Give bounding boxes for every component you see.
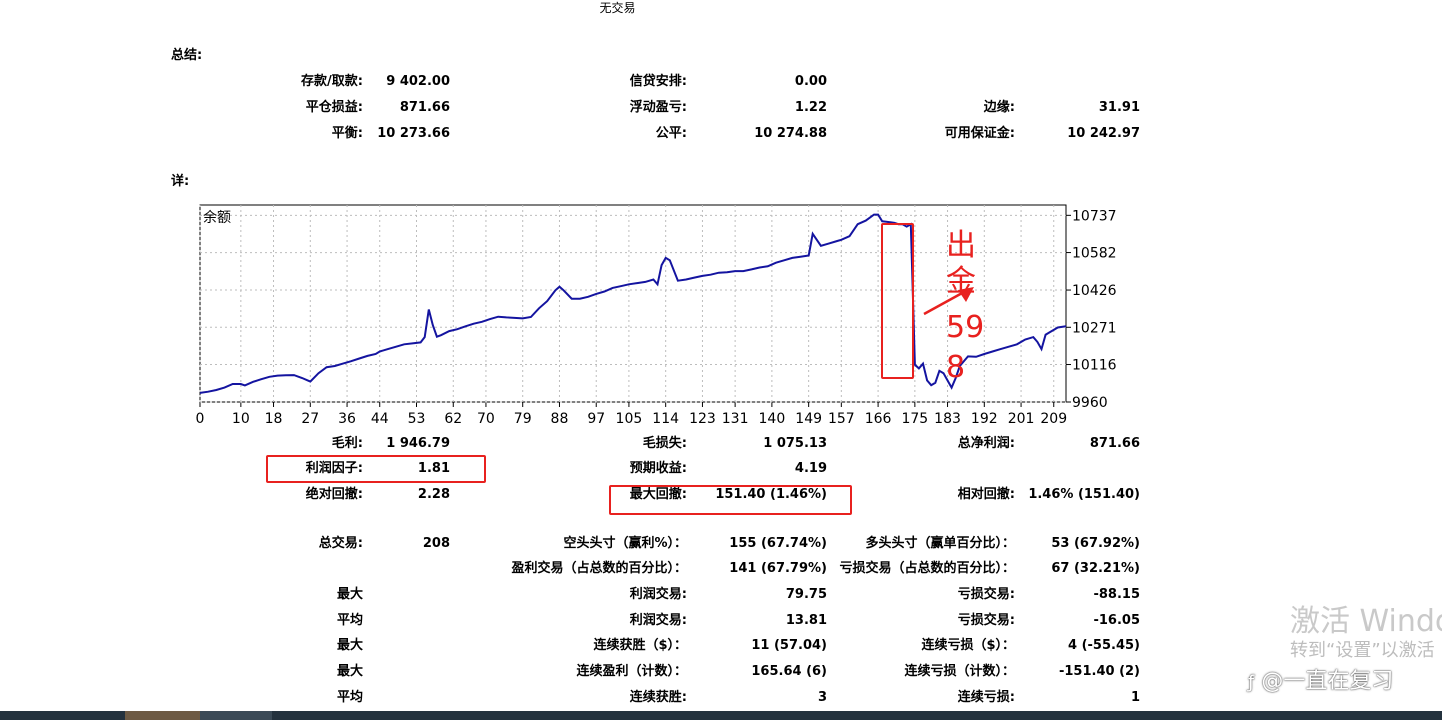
x-tick-label: 209	[1040, 411, 1067, 427]
annotation-text-4: 8	[946, 350, 966, 385]
stat-value: 13.81	[785, 613, 827, 628]
stat-label: 绝对回撤:	[305, 487, 363, 502]
y-tick-label: 10582	[1072, 246, 1117, 262]
max-drawdown-highlight-box	[609, 485, 852, 515]
x-tick-label: 123	[689, 411, 716, 427]
balance-chart: 0 10 18 27 36 44 53 62 70 79 88 97 105 114 123 131 140 14…	[196, 204, 1117, 427]
x-tick-label: 18	[265, 411, 283, 427]
stat-value: 1.46% (151.40)	[1028, 487, 1140, 502]
stat-value: 53 (67.92%)	[1051, 536, 1140, 551]
x-tick-label: 97	[587, 411, 605, 427]
stat-label: 最大	[336, 638, 363, 653]
x-tick-label: 70	[477, 411, 495, 427]
stat-value: 67 (32.21%)	[1051, 561, 1140, 576]
stat-value: -88.15	[1093, 587, 1140, 602]
stat-value: 1	[1130, 690, 1140, 705]
stat-value: 1 946.79	[386, 436, 450, 451]
x-tick-label: 131	[722, 411, 749, 427]
stat-label: 预期收益:	[629, 461, 687, 476]
stat-label: 平均	[336, 690, 363, 705]
stat-label: 最大	[336, 587, 363, 602]
x-tick-label: 201	[1008, 411, 1035, 427]
stat-label: 亏损交易（占总数的百分比）：	[839, 561, 1015, 576]
stat-label: 总净利润:	[957, 436, 1015, 451]
x-tick-label: 79	[514, 411, 532, 427]
stat-label: 平均	[336, 613, 363, 628]
stat-value: 208	[422, 536, 450, 551]
stat-label: 最大	[336, 664, 363, 679]
x-tick-label: 53	[408, 411, 426, 427]
stat-value: 165.64 (6)	[751, 664, 827, 679]
taskbar-app-2[interactable]	[200, 711, 272, 720]
x-tick-label: 149	[795, 411, 822, 427]
annotation-arrow	[923, 287, 974, 316]
stat-label: 连续盈利（计数）：	[576, 664, 687, 679]
stat-label: 连续亏损（计数）：	[904, 664, 1015, 679]
stat-value: 3	[817, 690, 827, 705]
stat-value: -16.05	[1093, 613, 1140, 628]
y-tick-label: 9960	[1072, 395, 1108, 411]
stat-label: 连续亏损:	[957, 690, 1015, 705]
zhihu-logo-icon: ƒ	[1248, 672, 1255, 693]
x-tick-label: 62	[444, 411, 462, 427]
x-tick-label: 140	[759, 411, 786, 427]
x-tick-label: 0	[196, 411, 205, 427]
x-tick-label: 10	[232, 411, 250, 427]
stat-label: 毛利:	[331, 436, 363, 451]
stat-value: 155 (67.74%)	[729, 536, 827, 551]
stat-value: 4 (-55.45)	[1068, 638, 1140, 653]
stat-label: 利润交易:	[629, 613, 687, 628]
stat-label: 利润交易:	[629, 587, 687, 602]
author-credit-watermark: ƒ @一直在复习	[1248, 663, 1393, 695]
stat-label: 空头头寸（赢利%）：	[563, 536, 687, 551]
x-tick-label: 192	[971, 411, 998, 427]
activate-windows-watermark: 激活 Windo	[1290, 604, 1442, 639]
y-tick-label: 10426	[1072, 283, 1117, 299]
x-tick-label: 157	[828, 411, 855, 427]
y-tick-label: 10116	[1072, 358, 1117, 374]
x-tick-label: 36	[338, 411, 356, 427]
stat-label: 多头头寸（赢单百分比）：	[865, 536, 1015, 551]
x-tick-label: 175	[901, 411, 928, 427]
activate-windows-hint: 转到“设置”以激活	[1290, 640, 1435, 661]
x-tick-label: 166	[865, 411, 892, 427]
withdrawal-highlight-box	[881, 223, 914, 379]
stat-label: 总交易:	[318, 536, 363, 551]
x-tick-label: 183	[934, 411, 961, 427]
stat-label: 连续获胜（$）：	[593, 638, 687, 653]
stat-value: 4.19	[794, 461, 827, 476]
stat-label: 毛损失:	[642, 436, 687, 451]
chart-title: 余额	[203, 209, 231, 226]
stat-value: 11 (57.04)	[751, 638, 827, 653]
stat-value: 141 (67.79%)	[729, 561, 827, 576]
y-tick-label: 10271	[1072, 320, 1117, 336]
stat-value: 871.66	[1089, 436, 1140, 451]
stat-label: 相对回撤:	[957, 487, 1015, 502]
stat-value: 1 075.13	[763, 436, 827, 451]
x-tick-label: 105	[616, 411, 643, 427]
annotation-text-1: 出	[946, 228, 976, 263]
x-tick-label: 88	[551, 411, 569, 427]
author-credit-text: @一直在复习	[1261, 669, 1394, 694]
stat-label: 亏损交易:	[957, 613, 1015, 628]
profit-factor-highlight-box	[266, 455, 486, 483]
y-tick-label: 10737	[1072, 208, 1117, 224]
stat-label: 连续获胜:	[629, 690, 687, 705]
x-tick-label: 27	[301, 411, 319, 427]
stat-label: 连续亏损（$）：	[921, 638, 1015, 653]
stat-value: 79.75	[785, 587, 827, 602]
taskbar[interactable]	[0, 711, 1442, 720]
stat-value: 2.28	[417, 487, 450, 502]
stat-label: 盈利交易（占总数的百分比）：	[511, 561, 687, 576]
taskbar-app-1[interactable]	[125, 711, 200, 720]
stat-value: -151.40 (2)	[1058, 664, 1140, 679]
x-tick-label: 44	[371, 411, 389, 427]
x-tick-label: 114	[652, 411, 679, 427]
stat-label: 亏损交易:	[957, 587, 1015, 602]
